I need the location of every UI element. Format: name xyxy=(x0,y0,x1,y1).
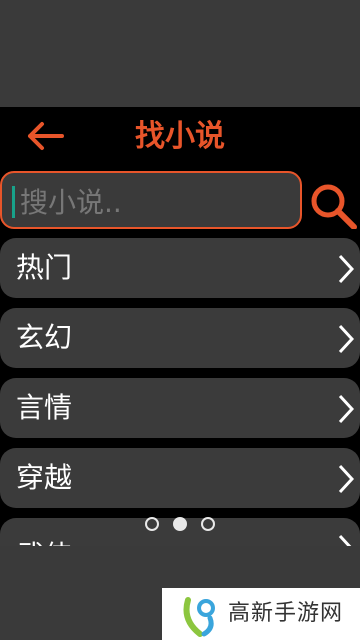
search-input[interactable] xyxy=(18,181,292,223)
header: 找小说 xyxy=(0,107,360,167)
page-dot-active[interactable] xyxy=(173,517,187,531)
list-item-category[interactable]: 热门 xyxy=(0,238,360,298)
watermark-logo-icon xyxy=(183,597,215,637)
category-label: 穿越 xyxy=(16,461,73,494)
category-label: 玄幻 xyxy=(16,321,73,354)
chevron-right-icon xyxy=(338,464,354,494)
page-title: 找小说 xyxy=(135,119,225,154)
page-indicator xyxy=(0,513,360,537)
text-caret xyxy=(12,186,15,218)
page-dot[interactable] xyxy=(145,517,159,531)
category-label: 热门 xyxy=(16,251,73,284)
app-screen: 找小说 热门 玄幻 言情 穿越 武侠 xyxy=(0,107,360,546)
list-item-category[interactable]: 言情 xyxy=(0,378,360,438)
watermark-text: 高新手游网 xyxy=(228,601,344,626)
page-dot[interactable] xyxy=(201,517,215,531)
list-item-category[interactable]: 玄幻 xyxy=(0,308,360,368)
chevron-right-icon xyxy=(338,324,354,354)
status-area xyxy=(0,0,360,107)
list-item-category[interactable]: 穿越 xyxy=(0,448,360,508)
search-icon[interactable] xyxy=(308,177,360,229)
category-label: 言情 xyxy=(16,391,73,424)
search-box[interactable] xyxy=(0,171,302,229)
chevron-right-icon xyxy=(338,254,354,284)
watermark: 高新手游网 xyxy=(162,588,360,640)
chevron-right-icon xyxy=(338,394,354,424)
